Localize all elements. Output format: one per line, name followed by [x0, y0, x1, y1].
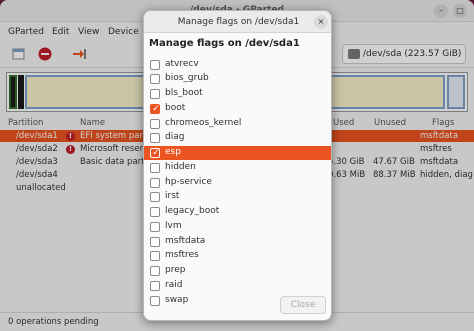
flag-item-boot[interactable]: ✓ boot [144, 101, 331, 116]
flag-label: atvrecv [165, 58, 199, 69]
flag-item-hp-service[interactable]: hp-service [144, 175, 331, 190]
dialog-heading: Manage flags on /dev/sda1 [149, 38, 300, 49]
flag-checkbox[interactable]: ✓ [150, 148, 160, 158]
flag-item-msftdata[interactable]: msftdata [144, 234, 331, 249]
flag-item-raid[interactable]: raid [144, 278, 331, 293]
flag-item-bios-grub[interactable]: bios_grub [144, 72, 331, 87]
flag-label: raid [165, 279, 183, 290]
flag-checkbox[interactable] [150, 295, 160, 306]
flag-checkbox[interactable]: ✓ [150, 103, 160, 114]
flag-label: msftdata [165, 235, 206, 246]
flag-label: esp [165, 147, 181, 157]
flag-checkbox[interactable] [150, 280, 160, 291]
flag-checkbox[interactable] [150, 133, 160, 144]
flag-checkbox[interactable] [150, 207, 160, 217]
flag-checkbox[interactable] [150, 74, 160, 85]
flag-item-bls-boot[interactable]: bls_boot [144, 87, 331, 102]
close-icon[interactable]: × [314, 15, 328, 29]
flag-checkbox[interactable] [150, 192, 160, 203]
flag-checkbox[interactable] [150, 162, 160, 173]
manage-flags-dialog: Manage flags on /dev/sda1 × Manage flags… [143, 10, 332, 321]
flag-checkbox[interactable] [150, 266, 160, 276]
flag-item-legacy-boot[interactable]: legacy_boot [144, 205, 331, 220]
flag-item-hidden[interactable]: hidden [144, 160, 331, 175]
flag-label: chromeos_kernel [165, 117, 242, 128]
flag-label: swap [165, 294, 189, 305]
flag-label: irst [165, 191, 180, 202]
flag-item-atvrecv[interactable]: atvrecv [144, 57, 331, 72]
flag-checkbox[interactable] [150, 59, 160, 70]
checkmark-icon: ✓ [152, 103, 160, 114]
flag-label: boot [165, 102, 186, 113]
flag-item-chromeos-kernel[interactable]: chromeos_kernel [144, 116, 331, 131]
flag-checkbox[interactable] [150, 89, 160, 99]
flag-item-prep[interactable]: prep [144, 264, 331, 279]
flag-item-msftres[interactable]: msftres [144, 249, 331, 264]
flag-label: diag [165, 132, 185, 143]
flag-item-irst[interactable]: irst [144, 190, 331, 205]
flag-checkbox[interactable] [150, 177, 160, 188]
flag-checkbox[interactable] [150, 118, 160, 129]
flag-label: hidden [165, 161, 196, 172]
flag-label: bls_boot [165, 88, 203, 98]
flag-label: lvm [165, 220, 182, 231]
close-button[interactable]: Close [280, 296, 326, 314]
flag-list: atvrecv bios_grub bls_boot ✓ boot chromeos_ke… [144, 57, 331, 308]
dialog-titlebar: Manage flags on /dev/sda1 × [144, 11, 331, 33]
flag-checkbox[interactable] [150, 236, 160, 247]
checkmark-icon: ✓ [152, 148, 160, 158]
flag-item-diag[interactable]: diag [144, 131, 331, 146]
flag-label: legacy_boot [165, 206, 220, 216]
flag-checkbox[interactable] [150, 251, 160, 262]
flag-label: msftres [165, 250, 199, 261]
flag-label: hp-service [165, 176, 212, 187]
flag-label: bios_grub [165, 73, 209, 84]
flag-item-esp[interactable]: ✓ esp [144, 145, 331, 161]
flag-label: prep [165, 265, 186, 275]
dialog-title: Manage flags on /dev/sda1 [177, 17, 300, 27]
flag-checkbox[interactable] [150, 221, 160, 232]
flag-item-lvm[interactable]: lvm [144, 219, 331, 234]
